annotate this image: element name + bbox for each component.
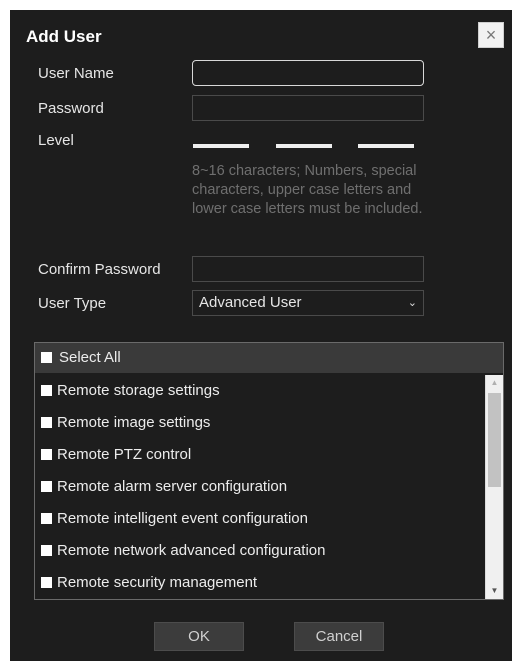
scrollbar-thumb[interactable] <box>488 393 501 487</box>
arrow-down-icon[interactable]: ▼ <box>486 583 503 599</box>
user-type-select[interactable]: Advanced User ⌄ <box>192 290 424 316</box>
password-hint: 8~16 characters; Numbers, special charac… <box>192 163 423 217</box>
select-all-label: Select All <box>59 349 121 366</box>
permission-label: Remote image settings <box>57 414 211 431</box>
username-label: User Name <box>38 65 114 82</box>
password-label: Password <box>38 100 104 117</box>
strength-bar-weak <box>193 144 249 148</box>
permissions-list: Remote storage settings Remote image set… <box>35 375 485 599</box>
permission-label: Remote storage settings <box>57 382 220 399</box>
close-icon[interactable]: × <box>478 22 504 48</box>
select-all-row[interactable]: Select All <box>35 343 503 373</box>
permission-item[interactable]: Remote security management <box>35 567 485 599</box>
permission-checkbox[interactable] <box>41 449 52 460</box>
dialog-title: Add User <box>26 27 102 46</box>
permission-label: Remote PTZ control <box>57 446 192 463</box>
permission-item[interactable]: Remote PTZ control <box>35 439 485 471</box>
username-input[interactable] <box>192 60 424 86</box>
permissions-panel: Select All Remote storage settings Remot… <box>34 342 504 600</box>
add-user-dialog: Add User × User Name Password Level 8~16… <box>10 10 512 661</box>
permission-checkbox[interactable] <box>41 417 52 428</box>
ok-button[interactable]: OK <box>154 622 244 651</box>
permission-checkbox[interactable] <box>41 545 52 556</box>
password-input[interactable] <box>192 95 424 121</box>
permission-checkbox[interactable] <box>41 385 52 396</box>
permission-item[interactable]: Remote network advanced configuration <box>35 535 485 567</box>
permission-checkbox[interactable] <box>41 577 52 588</box>
strength-bar-medium <box>276 144 332 148</box>
confirm-password-label: Confirm Password <box>38 261 161 278</box>
cancel-button[interactable]: Cancel <box>294 622 384 651</box>
level-label: Level <box>38 132 74 149</box>
permission-item[interactable]: Remote storage settings <box>35 375 485 407</box>
user-type-label: User Type <box>38 295 107 312</box>
strength-bar-strong <box>358 144 414 148</box>
select-all-checkbox[interactable] <box>41 352 52 363</box>
permission-item[interactable]: Remote image settings <box>35 407 485 439</box>
permissions-scrollbar[interactable]: ▲ ▼ <box>485 375 503 599</box>
permission-label: Remote security management <box>57 574 258 591</box>
permission-item[interactable]: Remote intelligent event configuration <box>35 503 485 535</box>
permission-label: Remote network advanced configuration <box>57 542 326 559</box>
confirm-password-input[interactable] <box>192 256 424 282</box>
arrow-up-icon[interactable]: ▲ <box>486 375 503 391</box>
permission-label: Remote alarm server configuration <box>57 478 288 495</box>
user-type-value: Advanced User <box>199 294 302 311</box>
permission-checkbox[interactable] <box>41 513 52 524</box>
permission-label: Remote intelligent event configuration <box>57 510 308 527</box>
permission-item[interactable]: Remote alarm server configuration <box>35 471 485 503</box>
permission-checkbox[interactable] <box>41 481 52 492</box>
chevron-down-icon: ⌄ <box>407 297 417 309</box>
